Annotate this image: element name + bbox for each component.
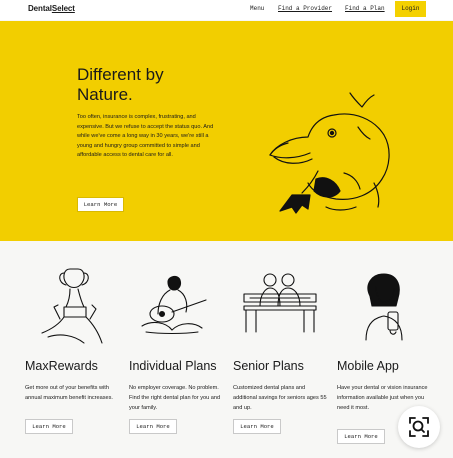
platypus-icon	[269, 92, 390, 214]
logo[interactable]: DentalSelect	[28, 4, 75, 13]
guitar-player-icon	[141, 275, 207, 335]
logo-text-select: Select	[51, 4, 75, 13]
bench-couple-icon	[243, 273, 317, 333]
menu-link[interactable]: Menu	[250, 5, 264, 12]
card-body-maxrewards: Get more out of your benefits with annua…	[25, 385, 113, 401]
maxrewards-learn-more-button[interactable]: Learn More	[25, 419, 73, 434]
hero-description: Too often, insurance is complex, frustra…	[77, 114, 214, 159]
card-body-senior-plans: Customized dental plans and additional s…	[233, 385, 327, 411]
find-provider-link[interactable]: Find a Provider	[278, 5, 332, 12]
card-title-individual-plans: Individual Plans	[129, 359, 217, 373]
hero-section: Different by Nature. Too often, insuranc…	[0, 21, 453, 241]
hero-learn-more-button[interactable]: Learn More	[77, 197, 124, 212]
trophy-icon	[41, 268, 103, 344]
card-title-mobile-app: Mobile App	[337, 359, 399, 373]
individual-plans-learn-more-button[interactable]: Learn More	[129, 419, 177, 434]
search-button[interactable]	[398, 406, 440, 448]
top-navigation: DentalSelect Menu Find a Provider Find a…	[0, 0, 453, 20]
mobile-app-learn-more-button[interactable]: Learn More	[337, 429, 385, 444]
card-title-maxrewards: MaxRewards	[25, 359, 98, 373]
hero-title: Different by Nature.	[77, 65, 164, 104]
card-title-senior-plans: Senior Plans	[233, 359, 304, 373]
senior-plans-learn-more-button[interactable]: Learn More	[233, 419, 281, 434]
phone-user-icon	[365, 273, 403, 341]
search-icon	[409, 417, 429, 437]
card-body-individual-plans: No employer coverage. No problem. Find t…	[129, 385, 221, 411]
login-button[interactable]: Login	[395, 1, 426, 17]
logo-text-dental: Dental	[28, 4, 52, 13]
find-plan-link[interactable]: Find a Plan	[345, 5, 385, 12]
